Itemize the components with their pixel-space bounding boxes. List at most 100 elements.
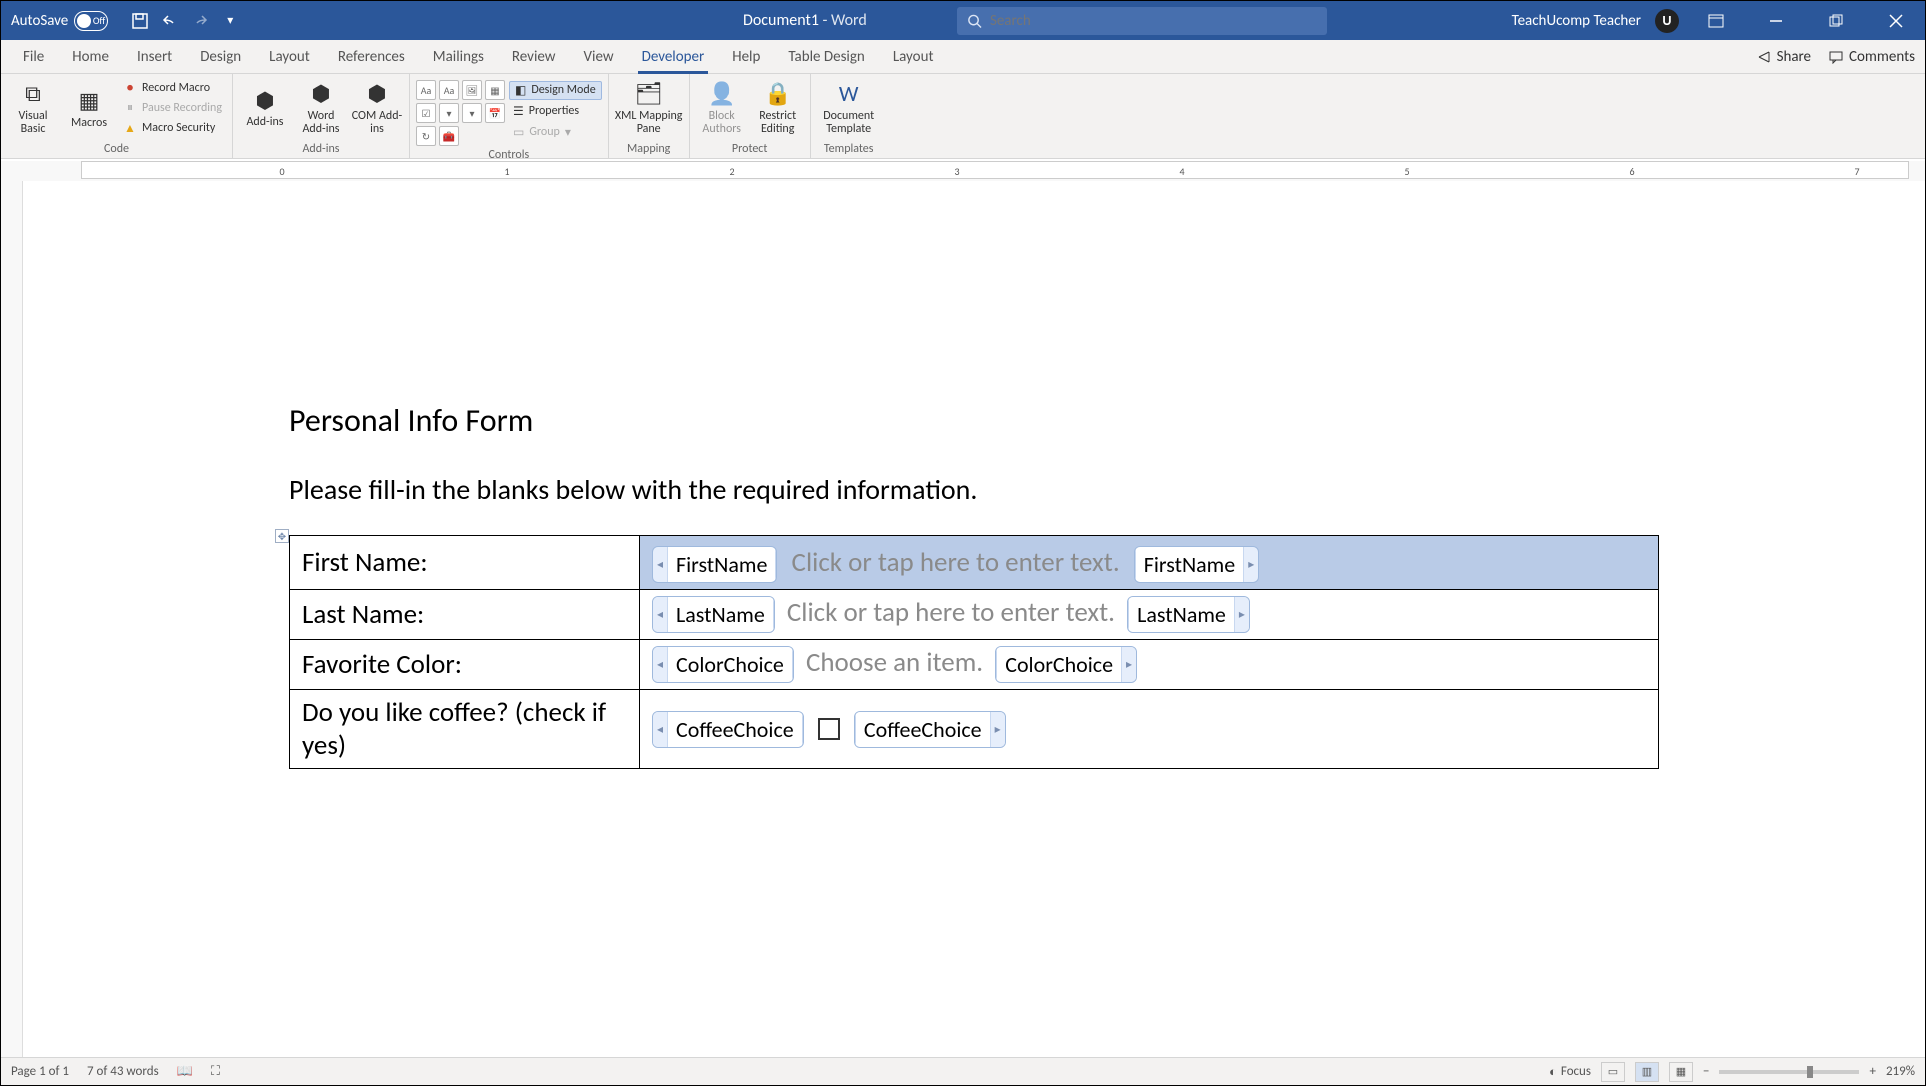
content-control-end[interactable]: CoffeeChoice▸	[854, 711, 1006, 748]
field-value-cell[interactable]: ◂CoffeeChoice CoffeeChoice▸	[640, 690, 1659, 769]
zoom-level[interactable]: 219%	[1886, 1064, 1915, 1079]
search-input[interactable]	[990, 12, 1317, 30]
field-value-cell[interactable]: ◂LastName Click or tap here to enter tex…	[640, 590, 1659, 640]
field-label[interactable]: First Name:	[290, 536, 640, 590]
table-row[interactable]: Do you like coffee? (check if yes) ◂Coff…	[290, 690, 1659, 769]
table-move-handle-icon[interactable]: ✥	[275, 529, 289, 543]
combo-box-control-icon[interactable]: ▾	[439, 103, 459, 123]
macro-security-button[interactable]: ▲Macro Security	[119, 119, 226, 137]
tab-table-design[interactable]: Table Design	[774, 40, 878, 74]
plain-text-control-icon[interactable]: Aa	[439, 80, 459, 100]
search-box[interactable]	[957, 7, 1327, 35]
content-control-start[interactable]: ◂CoffeeChoice	[652, 711, 804, 748]
document-template-button[interactable]: WDocument Template	[817, 76, 881, 140]
group-control-button: ▭Group ▾	[509, 123, 602, 142]
dropdown-control-icon[interactable]: ▾	[462, 103, 482, 123]
table-row[interactable]: First Name: ◂FirstName Click or tap here…	[290, 536, 1659, 590]
design-mode-button[interactable]: ◧Design Mode	[509, 81, 602, 100]
checkbox-control[interactable]	[818, 718, 840, 740]
tab-file[interactable]: File	[9, 40, 58, 74]
word-count[interactable]: 7 of 43 words	[87, 1064, 159, 1079]
ribbon-display-options-icon[interactable]	[1693, 1, 1739, 40]
tab-help[interactable]: Help	[718, 40, 774, 74]
maximize-icon[interactable]	[1813, 1, 1859, 40]
field-value-cell[interactable]: ◂FirstName Click or tap here to enter te…	[640, 536, 1659, 590]
user-name[interactable]: TeachUcomp Teacher	[1512, 12, 1641, 30]
tab-review[interactable]: Review	[498, 40, 570, 74]
share-button[interactable]: Share	[1757, 48, 1811, 66]
field-label[interactable]: Do you like coffee? (check if yes)	[290, 690, 640, 769]
save-icon[interactable]	[130, 11, 150, 31]
page[interactable]: Personal Info Form Please fill-in the bl…	[79, 181, 1879, 809]
minimize-icon[interactable]	[1753, 1, 1799, 40]
placeholder-text[interactable]: Click or tap here to enter text.	[787, 596, 1115, 629]
checkbox-control-icon[interactable]: ☑	[416, 103, 436, 123]
building-block-icon[interactable]: ▦	[485, 80, 505, 100]
intro-text[interactable]: Please fill-in the blanks below with the…	[289, 472, 1679, 507]
restrict-editing-button[interactable]: 🔒Restrict Editing	[752, 76, 804, 140]
close-icon[interactable]	[1873, 1, 1919, 40]
tab-view[interactable]: View	[570, 40, 628, 74]
accessibility-icon[interactable]: ⛶	[211, 1064, 220, 1079]
picture-control-icon[interactable]: 🖼	[462, 80, 482, 100]
addins-button[interactable]: ⬢Add-ins	[239, 76, 291, 140]
rich-text-control-icon[interactable]: Aa	[416, 80, 436, 100]
focus-mode-button[interactable]: ◐Focus	[1549, 1064, 1591, 1080]
page-title[interactable]: Personal Info Form	[289, 401, 1679, 440]
qat-customize-icon[interactable]: ▾	[220, 11, 240, 31]
tab-table-layout[interactable]: Layout	[879, 40, 948, 74]
zoom-out-button[interactable]: −	[1703, 1064, 1709, 1079]
placeholder-text[interactable]: Click or tap here to enter text.	[790, 542, 1122, 583]
read-mode-icon[interactable]: ▭	[1601, 1062, 1625, 1082]
field-value-cell[interactable]: ◂ColorChoice Choose an item. ColorChoice…	[640, 640, 1659, 690]
content-control-end[interactable]: ColorChoice▸	[995, 646, 1137, 683]
form-table[interactable]: First Name: ◂FirstName Click or tap here…	[289, 535, 1659, 769]
search-icon	[967, 13, 982, 29]
tab-layout[interactable]: Layout	[255, 40, 324, 74]
tab-home[interactable]: Home	[58, 40, 123, 74]
tab-mailings[interactable]: Mailings	[419, 40, 498, 74]
control-tag: CoffeeChoice	[855, 712, 991, 747]
print-layout-icon[interactable]: ▥	[1635, 1062, 1659, 1082]
content-control-end[interactable]: FirstName▸	[1134, 546, 1259, 583]
document-title: Document1 - Word	[743, 11, 867, 30]
word-addins-button[interactable]: ⬢Word Add-ins	[295, 76, 347, 140]
vertical-ruler[interactable]	[1, 181, 23, 1057]
avatar[interactable]: U	[1655, 9, 1679, 33]
zoom-slider[interactable]	[1719, 1070, 1859, 1074]
legacy-tools-icon[interactable]: 🧰	[439, 126, 459, 146]
com-addins-button[interactable]: ⬢COM Add-ins	[351, 76, 403, 140]
visual-basic-button[interactable]: ⧉Visual Basic	[7, 76, 59, 140]
content-control-start[interactable]: ◂FirstName	[652, 546, 777, 583]
tab-design[interactable]: Design	[186, 40, 255, 74]
content-control-start[interactable]: ◂ColorChoice	[652, 646, 794, 683]
field-label[interactable]: Favorite Color:	[290, 640, 640, 690]
zoom-in-button[interactable]: +	[1869, 1064, 1875, 1079]
table-row[interactable]: Favorite Color: ◂ColorChoice Choose an i…	[290, 640, 1659, 690]
content-control-start[interactable]: ◂LastName	[652, 596, 775, 633]
placeholder-text[interactable]: Choose an item.	[806, 646, 983, 679]
xml-mapping-pane-button[interactable]: 🗂XML Mapping Pane	[615, 76, 683, 140]
field-label[interactable]: Last Name:	[290, 590, 640, 640]
tab-references[interactable]: References	[324, 40, 419, 74]
page-indicator[interactable]: Page 1 of 1	[11, 1064, 69, 1079]
table-row[interactable]: Last Name: ◂LastName Click or tap here t…	[290, 590, 1659, 640]
tab-developer[interactable]: Developer	[628, 40, 719, 74]
horizontal-ruler[interactable]: 012345678	[81, 161, 1909, 179]
date-picker-icon[interactable]: 📅	[485, 103, 505, 123]
content-control-end[interactable]: LastName▸	[1127, 596, 1250, 633]
undo-icon[interactable]	[160, 11, 180, 31]
tab-insert[interactable]: Insert	[123, 40, 186, 74]
control-gallery[interactable]: Aa Aa 🖼 ▦ ☑ ▾ ▾ 📅 ↻ 🧰	[416, 80, 505, 146]
macros-button[interactable]: ▦Macros	[63, 76, 115, 140]
properties-button[interactable]: ☰Properties	[509, 102, 602, 121]
comments-button[interactable]: Comments	[1829, 48, 1915, 66]
web-layout-icon[interactable]: ▦	[1669, 1062, 1693, 1082]
toggle-switch[interactable]: Off	[74, 11, 108, 31]
redo-icon[interactable]	[190, 11, 210, 31]
zoom-thumb[interactable]	[1807, 1066, 1813, 1078]
repeating-section-icon[interactable]: ↻	[416, 126, 436, 146]
record-macro-button[interactable]: ●Record Macro	[119, 79, 226, 97]
autosave-toggle[interactable]: AutoSave Off	[1, 11, 118, 31]
spelling-icon[interactable]: 📖	[177, 1064, 193, 1079]
